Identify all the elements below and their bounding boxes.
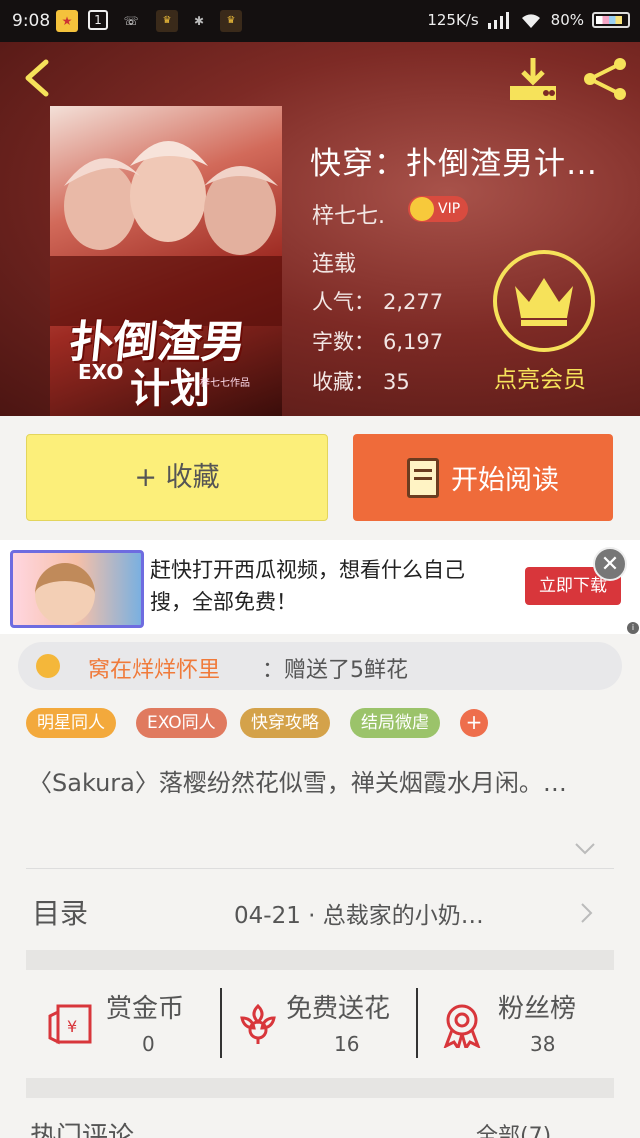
gift-message: ：赠送了5鲜花	[262, 658, 408, 683]
membership-button[interactable]	[493, 250, 595, 352]
toc-label[interactable]: 目录	[32, 892, 88, 932]
send-flower-count: 16	[334, 1032, 360, 1056]
book-header: 扑倒渣男 EXO 计划 梓七七作品 快穿：扑倒渣男计… 梓七七. VIP 连载 …	[0, 42, 640, 416]
reward-coins-label: 赏金币	[106, 994, 185, 1024]
network-speed: 125K/s	[427, 11, 479, 29]
medal-icon	[443, 1004, 481, 1048]
hot-comments-title: 热门评论	[30, 1122, 135, 1138]
ad-close-icon[interactable]: ✕	[593, 547, 627, 581]
send-flower-label: 免费送花	[286, 994, 391, 1024]
back-icon[interactable]	[18, 58, 58, 98]
tag-2[interactable]: EXO同人	[136, 708, 227, 738]
status-time: 9:08	[12, 11, 51, 31]
start-reading-button[interactable]: 开始阅读	[353, 434, 613, 521]
section-separator	[26, 950, 614, 970]
tag-1[interactable]: 明星同人	[26, 708, 116, 738]
wifi-icon	[521, 14, 540, 28]
crown-icon	[515, 278, 573, 326]
battery-percent: 80%	[550, 11, 584, 29]
app-icon-1: ♛	[156, 10, 178, 32]
vip-badge: VIP	[408, 196, 469, 222]
send-flower-button[interactable]: 免费送花 16	[214, 986, 410, 1066]
gift-user[interactable]: 窝在烊烊怀里	[88, 652, 220, 684]
ad-text[interactable]: 赶快打开西瓜视频，想看什么自己搜，全部免费！	[150, 554, 490, 618]
book-title: 快穿：扑倒渣男计…	[310, 146, 598, 182]
red-envelope-icon: ¥	[48, 1004, 92, 1045]
cover-credit: 梓七七作品	[200, 378, 250, 389]
flower-icon	[240, 1003, 276, 1044]
book-description: 〈Sakura〉落樱纷然花似雪，禅关烟霞水月闲。…	[28, 769, 567, 797]
tag-4[interactable]: 结局微虐	[350, 708, 440, 738]
ad-info-icon[interactable]: i	[627, 622, 639, 634]
ad-image[interactable]	[10, 550, 144, 628]
tag-more-button[interactable]: +	[460, 709, 488, 737]
gift-notice: 窝在烊烊怀里 ：赠送了5鲜花	[18, 642, 622, 690]
stat-popularity: 人气： 2,277	[312, 290, 444, 314]
tag-3[interactable]: 快穿攻略	[240, 708, 330, 738]
chevron-right-icon[interactable]	[580, 902, 594, 924]
reward-coins-count: 0	[142, 1032, 155, 1056]
book-cover[interactable]: 扑倒渣男 EXO 计划 梓七七作品	[50, 106, 282, 416]
missed-call-icon: ☏	[123, 14, 139, 28]
signal-icon	[487, 12, 509, 29]
book-author[interactable]: 梓七七.	[312, 198, 385, 230]
section-separator	[26, 1078, 614, 1098]
add-favorite-button[interactable]: + 收藏	[26, 434, 328, 521]
cover-figures	[50, 141, 282, 326]
chevron-down-icon[interactable]	[574, 842, 596, 856]
notification-badge: 1	[88, 10, 108, 30]
fan-ranking-button[interactable]: 粉丝榜 38	[418, 986, 614, 1066]
svg-text:¥: ¥	[67, 1017, 77, 1036]
app-icon-3: ♛	[220, 10, 242, 32]
stat-favorites: 收藏： 35	[312, 370, 410, 394]
book-status: 连载	[312, 252, 357, 277]
stat-word-count: 字数： 6,197	[312, 330, 444, 354]
membership-label[interactable]: 点亮会员	[494, 360, 586, 394]
toc-latest-chapter[interactable]: 04-21 · 总裁家的小奶…	[234, 896, 484, 930]
fan-ranking-count: 38	[530, 1032, 556, 1056]
vip-crown-icon	[410, 197, 434, 221]
cover-group: EXO	[78, 360, 124, 384]
all-comments-link[interactable]: 全部(7)	[476, 1118, 551, 1138]
book-icon	[407, 457, 439, 498]
app-star-icon: ★	[56, 10, 78, 32]
start-reading-label: 开始阅读	[451, 465, 559, 496]
cover-title-line2: 计划	[130, 365, 210, 412]
share-icon[interactable]	[580, 56, 630, 102]
battery-icon	[592, 12, 630, 28]
applause-icon	[36, 654, 60, 678]
fan-ranking-label: 粉丝榜	[498, 994, 577, 1024]
app-icon-2: ✱	[193, 14, 205, 28]
divider	[26, 868, 614, 869]
download-icon[interactable]	[508, 56, 558, 102]
reward-coins-button[interactable]: ¥ 赏金币 0	[26, 986, 222, 1066]
status-bar: 9:08 ★ 1 ☏ ♛ ✱ ♛ 125K/s 80%	[0, 0, 640, 42]
